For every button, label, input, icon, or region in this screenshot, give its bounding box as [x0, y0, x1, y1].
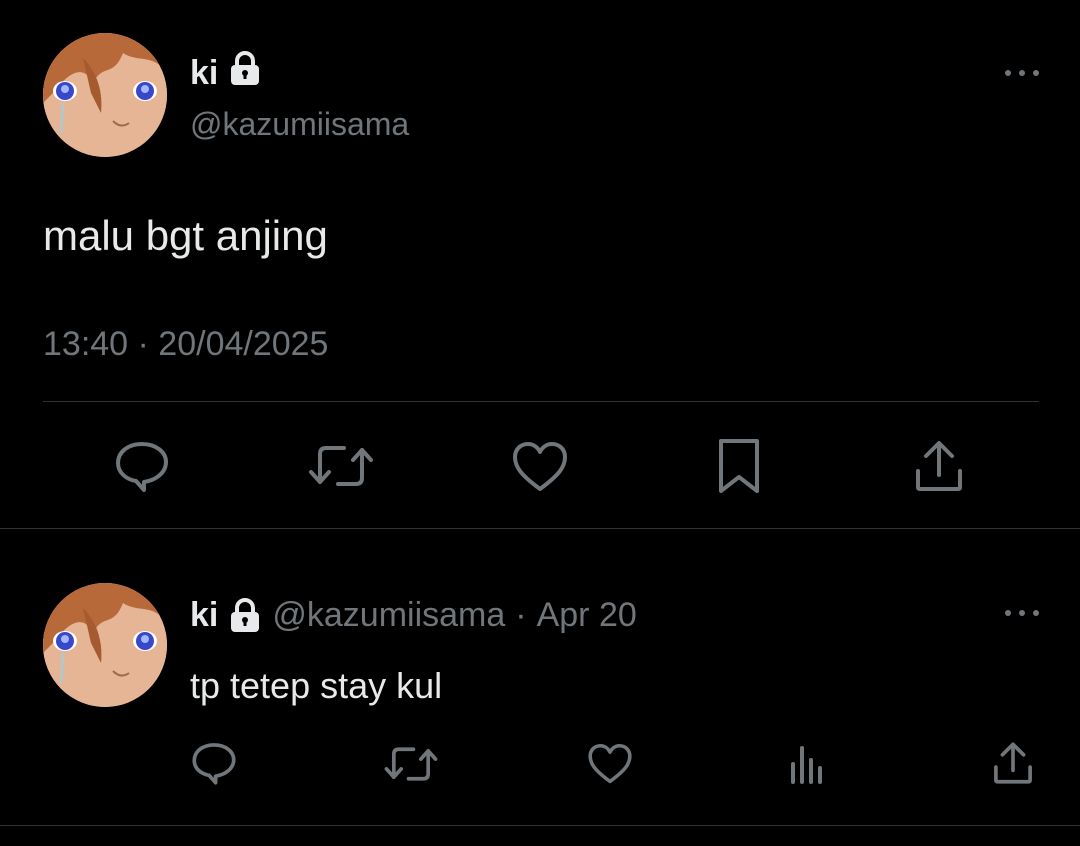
more-options-icon[interactable]	[1005, 606, 1039, 620]
author-handle[interactable]: @kazumiisama	[190, 104, 409, 144]
retweet-button[interactable]	[308, 440, 374, 492]
retweet-button[interactable]	[384, 742, 438, 786]
author-name[interactable]: ki	[190, 53, 218, 93]
reply-button[interactable]	[112, 438, 172, 494]
avatar-image	[43, 33, 167, 157]
reply-icon	[116, 442, 168, 492]
share-icon	[994, 742, 1032, 784]
share-icon	[916, 441, 962, 491]
like-button[interactable]	[510, 440, 570, 494]
tweet-text: malu bgt anjing	[43, 212, 328, 259]
lock-icon	[228, 597, 262, 633]
bookmark-button[interactable]	[714, 436, 764, 496]
avatar-image	[43, 583, 167, 707]
retweet-icon	[309, 446, 373, 486]
lock-icon	[228, 50, 262, 95]
author-name-row[interactable]: ki	[190, 50, 262, 95]
analytics-icon	[791, 746, 822, 784]
more-options-icon[interactable]	[1005, 66, 1039, 80]
share-button[interactable]	[990, 740, 1036, 786]
like-icon	[588, 743, 632, 784]
retweet-icon	[384, 747, 438, 781]
bookmark-icon	[719, 439, 759, 493]
like-button[interactable]	[586, 742, 634, 786]
author-handle[interactable]: @kazumiisama	[272, 594, 505, 636]
like-icon	[513, 442, 567, 491]
reply-header: ki @kazumiisama · Apr 20	[190, 594, 637, 636]
reply-date[interactable]: Apr 20	[537, 594, 637, 636]
avatar[interactable]	[43, 33, 167, 157]
reply-icon	[192, 743, 236, 785]
divider	[0, 825, 1080, 826]
tweet-timestamp[interactable]: 13:40 · 20/04/2025	[43, 324, 328, 364]
reply-text: tp tetep stay kul	[190, 665, 443, 706]
reply-button[interactable]	[190, 740, 238, 786]
author-name[interactable]: ki	[190, 594, 218, 636]
divider	[0, 528, 1080, 529]
divider	[43, 401, 1039, 402]
avatar[interactable]	[43, 583, 167, 707]
separator: ·	[515, 596, 527, 634]
share-button[interactable]	[910, 438, 968, 494]
analytics-button[interactable]	[786, 742, 828, 786]
